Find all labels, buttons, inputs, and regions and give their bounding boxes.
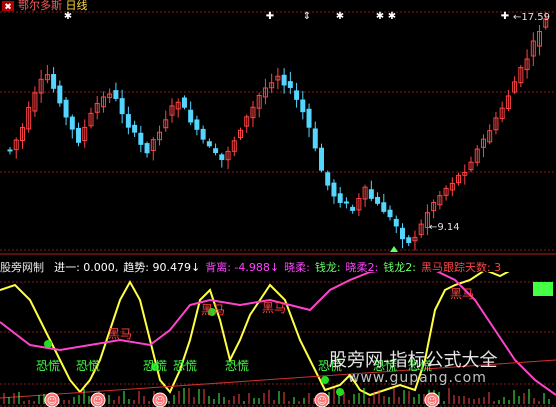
indicator-item-3: 晓柔:	[284, 261, 310, 274]
candle-body	[69, 116, 75, 130]
smile-face: ☺	[155, 396, 165, 407]
indicator-item-2: 背离: -4.988↓	[205, 261, 280, 274]
candle-body	[206, 141, 212, 147]
signal-dot	[321, 376, 329, 384]
low-price-label: ←9.14	[429, 222, 460, 233]
indicator-name: 股旁网制	[0, 261, 44, 274]
stock-name: 鄂尔多斯	[18, 0, 62, 12]
candle-body	[350, 206, 356, 211]
candle-body	[375, 196, 381, 204]
signal-dot	[336, 388, 344, 396]
candle-body	[287, 81, 293, 88]
candle-body	[381, 202, 387, 212]
candle-body	[63, 99, 69, 118]
candle-body	[76, 127, 82, 143]
candlestick-series: ✱ ✚ ⇕ ✱ ✱ ✱ ✚	[7, 11, 549, 252]
panic-label: 恐慌	[76, 359, 100, 373]
panic-label: 恐慌	[225, 359, 249, 373]
watermark-url: www.gupang.com	[348, 370, 487, 386]
candle-body	[7, 149, 13, 152]
smile-face: ☺	[317, 396, 327, 407]
candle-body	[113, 90, 119, 99]
chart-title: 鄂尔多斯 日线	[18, 0, 88, 12]
indicator-item-4: 钱龙:	[314, 261, 341, 274]
candle-body	[406, 237, 412, 243]
indicator-info-bar: 股旁网制 进一: 0.000, 趋势: 90.479↓ 背离: -4.988↓ 晓柔:…	[0, 256, 556, 274]
low-arrow-icon	[390, 246, 398, 252]
candle-body	[306, 108, 312, 128]
heima-label: 黑马	[450, 287, 474, 301]
signal-marker-icon: ⇕	[303, 11, 311, 22]
indicator-item-1: 趋势: 90.479↓	[123, 261, 201, 274]
panic-label: 恐慌	[173, 359, 197, 373]
candle-body	[300, 99, 306, 113]
candle-body	[200, 128, 206, 140]
indicator-item-7: 黑马跟踪天数: 3	[420, 261, 502, 274]
heima-label: 黑马	[201, 303, 225, 317]
candle-body	[57, 85, 63, 104]
indicator-item-0: 进一: 0.000,	[54, 261, 119, 274]
signal-marker-icon: ✚	[501, 11, 509, 22]
candle-body	[132, 124, 138, 133]
candle-body	[138, 132, 144, 145]
candle-body	[318, 147, 324, 171]
candle-body	[399, 227, 405, 240]
signal-dot	[44, 340, 52, 348]
candle-body	[325, 172, 331, 186]
indicator-item-6: 钱龙2:	[383, 261, 416, 274]
signal-marker-icon: ✱	[64, 11, 72, 22]
signal-marker-icon: ✱	[376, 11, 384, 22]
candle-body	[51, 74, 57, 89]
candle-body	[188, 109, 194, 123]
candle-body	[119, 98, 125, 115]
watermark-text: 股旁网-指标公式大全	[329, 350, 498, 371]
signal-block	[533, 282, 553, 296]
app-logo-icon: ✖	[2, 1, 14, 11]
candle-body	[387, 209, 393, 218]
candle-body	[343, 201, 349, 204]
heima-label: 黑马	[108, 327, 132, 341]
candle-body	[194, 119, 200, 130]
period-label: 日线	[65, 0, 88, 12]
candle-body	[144, 143, 150, 154]
high-price-label: ←17.59	[512, 12, 550, 23]
candle-body	[337, 193, 343, 203]
heima-label: 黑马	[262, 301, 286, 315]
candle-body	[331, 182, 337, 197]
signal-marker-icon: ✱	[336, 11, 344, 22]
smile-face: ☺	[427, 396, 437, 407]
candle-body	[294, 90, 300, 100]
candle-body	[219, 154, 225, 160]
candle-body	[393, 218, 399, 227]
svg-text:✖: ✖	[4, 3, 12, 12]
panic-label: 恐慌	[143, 359, 167, 373]
smile-face: ☺	[47, 396, 57, 407]
candle-body	[368, 189, 374, 199]
signal-marker-icon: ✱	[388, 11, 396, 22]
candle-body	[213, 148, 219, 154]
smile-face: ☺	[93, 396, 103, 407]
candle-body	[281, 74, 287, 86]
signal-marker-icon: ✚	[266, 11, 274, 22]
candle-body	[125, 114, 131, 128]
panic-label: 恐慌	[36, 359, 60, 373]
indicator-item-5: 晓柔2:	[345, 261, 379, 274]
candle-body	[312, 128, 318, 149]
candle-body	[181, 97, 187, 108]
indicator-values: 进一: 0.000, 趋势: 90.479↓ 背离: -4.988↓ 晓柔: 钱龙: 晓柔…	[54, 261, 506, 274]
